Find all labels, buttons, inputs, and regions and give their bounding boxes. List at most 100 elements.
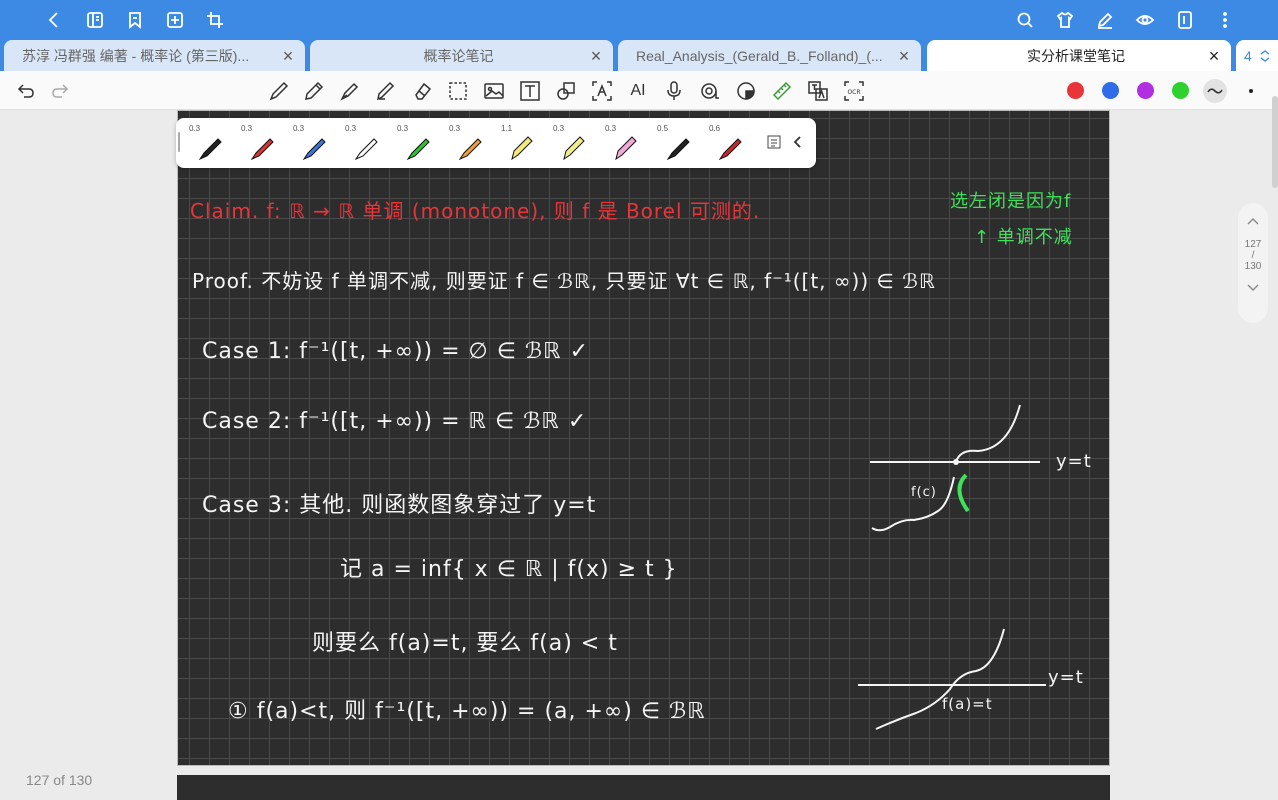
proof-text: Proof. 不妨设 f 单调不减, 则要证 f ∈ ℬℝ, 只要证 ∀t ∈ … bbox=[192, 269, 936, 293]
pen-preset-10[interactable]: 0.5 bbox=[652, 121, 700, 165]
tablet-icon[interactable] bbox=[1173, 8, 1197, 32]
color-red-swatch[interactable] bbox=[1067, 82, 1084, 99]
tab-bar: 苏淳 冯群强 编著 - 概率论 (第三版)... × 概率论笔记 × Real_… bbox=[0, 40, 1278, 71]
pen-palette: 0.3 0.3 0.3 0.3 0.3 0.3 1.1 0.3 0.3 0.5 … bbox=[176, 118, 816, 168]
pen-preset-8[interactable]: 0.3 bbox=[548, 121, 596, 165]
pen-preset-9[interactable]: 0.3 bbox=[600, 121, 648, 165]
close-icon[interactable]: × bbox=[1207, 47, 1221, 65]
black-pen-icon bbox=[198, 138, 222, 161]
tab-count-badge[interactable]: 4 bbox=[1236, 40, 1278, 71]
pencil-icon[interactable] bbox=[302, 79, 326, 103]
search-icon[interactable] bbox=[1013, 8, 1037, 32]
scrollbar-thumb[interactable] bbox=[1272, 96, 1278, 188]
chevron-icon bbox=[1260, 49, 1270, 62]
pen-preset-11[interactable]: 0.6 bbox=[704, 121, 752, 165]
item-1-text: ① f(a)<t, 则 f⁻¹([t, +∞)) = (a, +∞) ∈ ℬℝ bbox=[228, 699, 706, 724]
orange-pen-icon bbox=[458, 138, 482, 161]
tab-count: 4 bbox=[1244, 47, 1252, 64]
microphone-icon[interactable] bbox=[662, 79, 686, 103]
graph-2-f-label: f(a)=t bbox=[942, 695, 993, 713]
scroller-current: 127 bbox=[1244, 239, 1262, 250]
back-icon[interactable] bbox=[42, 8, 66, 32]
graph-1-y-label: y=t bbox=[1056, 451, 1092, 472]
color-blue-swatch[interactable] bbox=[1102, 82, 1119, 99]
blue-pen-icon bbox=[302, 138, 326, 161]
ai-button[interactable]: AI bbox=[626, 79, 650, 103]
redo-icon[interactable] bbox=[48, 79, 72, 103]
green-note: 选左闭是因为f bbox=[950, 191, 1072, 212]
color-green-swatch[interactable] bbox=[1172, 82, 1189, 99]
pen-preset-4[interactable]: 0.3 bbox=[340, 121, 388, 165]
shape-icon[interactable] bbox=[554, 79, 578, 103]
pen-preset-6[interactable]: 0.3 bbox=[444, 121, 492, 165]
eye-icon[interactable] bbox=[1133, 8, 1157, 32]
pen-preset-3[interactable]: 0.3 bbox=[288, 121, 336, 165]
scroller-sep: / bbox=[1251, 250, 1255, 261]
close-icon[interactable]: × bbox=[897, 47, 911, 65]
tab-probability-notes[interactable]: 概率论笔记 × bbox=[310, 40, 613, 71]
laser-pointer-icon[interactable] bbox=[734, 79, 758, 103]
graph-2-y-label: y=t bbox=[1048, 667, 1084, 688]
shirt-icon[interactable] bbox=[1053, 8, 1077, 32]
red-pen-icon bbox=[250, 138, 274, 161]
lasso-select-icon[interactable] bbox=[446, 79, 470, 103]
collapse-chevron-icon[interactable] bbox=[790, 134, 806, 150]
more-vertical-icon[interactable] bbox=[1213, 8, 1237, 32]
pen-edit-icon[interactable] bbox=[1093, 8, 1117, 32]
pen-preset-7[interactable]: 1.1 bbox=[496, 121, 544, 165]
drag-handle[interactable] bbox=[178, 132, 180, 152]
green-pen-icon bbox=[406, 138, 430, 161]
drawing-toolbar: AI OCR bbox=[0, 71, 1278, 110]
color-purple-swatch[interactable] bbox=[1137, 82, 1154, 99]
eraser-icon[interactable] bbox=[410, 79, 434, 103]
red-pen-icon bbox=[718, 138, 742, 161]
yellow-highlighter-icon bbox=[511, 136, 533, 161]
black-pen-icon bbox=[666, 138, 690, 161]
tab-label: 概率论笔记 bbox=[423, 47, 494, 64]
ruler-icon[interactable] bbox=[770, 79, 794, 103]
graph-1-f-label: f(c) bbox=[911, 485, 937, 500]
svg-text:OCR: OCR bbox=[847, 89, 860, 96]
next-note-page[interactable] bbox=[177, 775, 1110, 800]
page-scroller[interactable]: 127 / 130 bbox=[1238, 203, 1268, 323]
yellow-highlighter-icon bbox=[563, 136, 585, 161]
case-3-text: Case 3: 其他. 则函数图象穿过了 y=t bbox=[202, 493, 597, 518]
translate-icon[interactable] bbox=[806, 79, 830, 103]
pen-preset-1[interactable]: 0.3 bbox=[184, 121, 232, 165]
text-recognize-icon[interactable] bbox=[590, 79, 614, 103]
chevron-down-icon bbox=[1247, 284, 1259, 291]
ocr-icon[interactable]: OCR bbox=[842, 79, 866, 103]
image-icon[interactable] bbox=[482, 79, 506, 103]
green-note: ↑ 单调不减 bbox=[974, 227, 1073, 248]
stroke-style-icon[interactable] bbox=[1203, 79, 1227, 103]
highlighter-icon[interactable] bbox=[374, 79, 398, 103]
tab-real-analysis[interactable]: Real_Analysis_(Gerald_B._Folland)_(... × bbox=[618, 40, 921, 71]
scroller-total: 130 bbox=[1244, 261, 1262, 272]
note-page[interactable]: Claim. f: ℝ → ℝ 单调 (monotone), 则 f 是 Bor… bbox=[177, 110, 1110, 766]
tab-label: Real_Analysis_(Gerald_B._Folland)_(... bbox=[636, 47, 883, 64]
add-page-icon[interactable] bbox=[163, 8, 187, 32]
close-icon[interactable]: × bbox=[589, 47, 603, 65]
tape-icon[interactable] bbox=[698, 79, 722, 103]
undo-icon[interactable] bbox=[14, 79, 38, 103]
case-1-text: Case 1: f⁻¹([t, +∞)) = ∅ ∈ ℬℝ ✓ bbox=[202, 339, 589, 364]
case-2-text: Case 2: f⁻¹([t, +∞)) = ℝ ∈ ℬℝ ✓ bbox=[202, 409, 588, 434]
either-text: 则要么 f(a)=t, 要么 f(a) < t bbox=[312, 631, 618, 656]
text-box-icon[interactable] bbox=[518, 79, 542, 103]
tab-real-analysis-notes[interactable]: 实分析课堂笔记 × bbox=[927, 40, 1231, 71]
chevron-up-icon bbox=[1247, 218, 1259, 225]
book-icon[interactable] bbox=[83, 8, 107, 32]
stroke-width-dot[interactable] bbox=[1249, 89, 1253, 93]
bookmark-icon[interactable] bbox=[123, 8, 147, 32]
pen-icon[interactable] bbox=[267, 79, 291, 103]
pen-list-icon[interactable] bbox=[766, 134, 782, 150]
tab-probability-book[interactable]: 苏淳 冯群强 编著 - 概率论 (第三版)... × bbox=[4, 40, 305, 71]
pen-preset-2[interactable]: 0.3 bbox=[236, 121, 284, 165]
white-pen-icon bbox=[354, 138, 378, 161]
define-a-text: 记 a = inf{ x ∈ ℝ | f(x) ≥ t } bbox=[340, 557, 678, 582]
pink-highlighter-icon bbox=[615, 136, 637, 161]
close-icon[interactable]: × bbox=[281, 47, 295, 65]
pen-preset-5[interactable]: 0.3 bbox=[392, 121, 440, 165]
crop-icon[interactable] bbox=[203, 8, 227, 32]
fountain-pen-icon[interactable] bbox=[338, 79, 362, 103]
